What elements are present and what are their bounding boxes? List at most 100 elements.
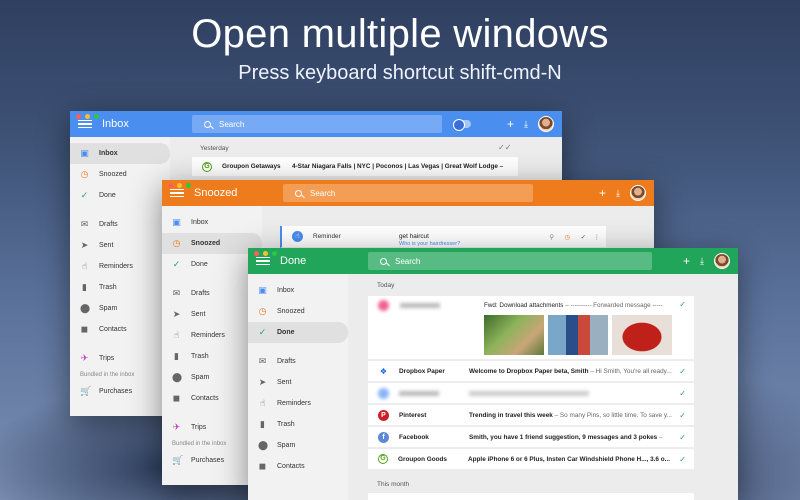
- check-icon: ✓: [80, 190, 89, 200]
- window-controls: [168, 183, 191, 188]
- reminder-row[interactable]: ☝ Reminder get haircut Who is your haird…: [280, 226, 606, 248]
- sidebar-item-purchases[interactable]: 🛒 Purchases: [70, 381, 170, 402]
- done-check-icon[interactable]: ✓: [679, 411, 686, 420]
- window-controls: [254, 251, 277, 256]
- hero-subtitle: Press keyboard shortcut shift-cmd-N: [238, 62, 562, 84]
- sidebar-item-snoozed[interactable]: ◷ Snoozed: [162, 233, 262, 254]
- plane-icon: ✈: [172, 422, 181, 432]
- maximize-icon[interactable]: [272, 251, 277, 256]
- sidebar-item-sent[interactable]: ➤ Sent: [248, 372, 348, 393]
- sidebar-item-snoozed[interactable]: ◷ Snoozed: [248, 301, 348, 322]
- list-item[interactable]: G Groupon Goods Apple iPhone 6 or 6 Plus…: [368, 449, 694, 470]
- search-placeholder: Search: [395, 256, 421, 266]
- download-icon[interactable]: ⤓: [616, 188, 620, 199]
- avatar[interactable]: [714, 253, 730, 269]
- dropbox-icon: ❖: [378, 365, 389, 377]
- menu-icon[interactable]: [256, 256, 270, 266]
- spam-icon: ⬤: [80, 303, 91, 313]
- search-icon: [204, 120, 211, 128]
- add-icon[interactable]: +: [507, 117, 514, 131]
- sidebar-item-drafts[interactable]: ✉ Drafts: [70, 214, 170, 235]
- done-check-icon[interactable]: ✓: [679, 367, 686, 376]
- done-check-icon[interactable]: ✓: [679, 433, 686, 442]
- sidebar-item-purchases[interactable]: 🛒 Purchases: [162, 450, 262, 471]
- add-icon[interactable]: +: [683, 254, 690, 268]
- list-item[interactable]: f Facebook Smith, you have 1 friend sugg…: [368, 427, 694, 448]
- maximize-icon[interactable]: [186, 183, 191, 188]
- sidebar-item-reminders[interactable]: ☝ Reminders: [162, 325, 262, 346]
- pin-icon[interactable]: ⚲: [549, 233, 554, 241]
- sidebar-item-spam[interactable]: ⬤ Spam: [70, 298, 170, 319]
- list-item[interactable]: P Pinterest Trending in travel this week…: [368, 405, 694, 426]
- done-check-icon[interactable]: ✓: [679, 389, 686, 398]
- menu-icon[interactable]: [78, 119, 92, 129]
- sidebar-item-inbox[interactable]: ▣ Inbox: [248, 280, 348, 301]
- attachment-thumb-kids[interactable]: [548, 315, 608, 355]
- row-subject: Fwd: Download attachments – ---------- F…: [484, 302, 663, 309]
- done-window: Done Search + ⤓ ▣ Inbox ◷ Snoozed ✓ Done ✉ D…: [248, 248, 738, 500]
- sidebar-item-inbox[interactable]: ▣ Inbox: [70, 143, 170, 164]
- list-item[interactable]: G Groupon Getaways 4-Star Niagara Falls …: [192, 157, 518, 177]
- trash-icon: ▮: [82, 282, 87, 292]
- done-check-icon[interactable]: ✓: [581, 233, 586, 241]
- attachment-thumb-red-object[interactable]: [612, 315, 672, 355]
- more-icon[interactable]: ⋮: [594, 233, 600, 241]
- snoozed-titlebar: Snoozed Search + ⤓: [162, 180, 654, 206]
- search-input[interactable]: Search: [283, 184, 533, 202]
- sender-avatar-icon: [378, 387, 389, 399]
- snooze-clock-icon[interactable]: ◷: [564, 233, 570, 241]
- mark-all-done-icon[interactable]: ✓✓: [498, 143, 511, 152]
- sidebar-item-contacts[interactable]: ◼ Contacts: [162, 388, 262, 409]
- sidebar-item-done[interactable]: ✓ Done: [248, 322, 348, 343]
- minimize-icon[interactable]: [263, 251, 268, 256]
- cart-icon: 🛒: [172, 455, 184, 465]
- sidebar-item-drafts[interactable]: ✉ Drafts: [248, 351, 348, 372]
- sidebar-item-trash[interactable]: ▮ Trash: [162, 346, 262, 367]
- avatar[interactable]: [630, 185, 646, 201]
- search-icon: [380, 257, 387, 265]
- done-check-icon[interactable]: ✓: [679, 300, 686, 309]
- attachment-thumb-nature[interactable]: [484, 315, 544, 355]
- menu-icon[interactable]: [170, 188, 184, 198]
- add-icon[interactable]: +: [599, 186, 606, 200]
- sidebar-item-trips[interactable]: ✈ Trips: [162, 417, 262, 438]
- sidebar-item-spam[interactable]: ⬤ Spam: [162, 367, 262, 388]
- pin-toggle[interactable]: [453, 119, 471, 131]
- done-check-icon[interactable]: ✓: [679, 455, 686, 464]
- sidebar-item-drafts[interactable]: ✉ Drafts: [162, 283, 262, 304]
- search-input[interactable]: Search: [192, 115, 442, 133]
- close-icon[interactable]: [168, 183, 173, 188]
- section-this-month: This month: [377, 481, 410, 488]
- sidebar-item-contacts[interactable]: ◼ Contacts: [248, 456, 348, 477]
- download-icon[interactable]: ⤓: [524, 119, 528, 130]
- maximize-icon[interactable]: [94, 114, 99, 119]
- list-item-partial[interactable]: [368, 493, 694, 500]
- list-item[interactable]: ❖ Dropbox Paper Welcome to Dropbox Paper…: [368, 361, 694, 382]
- sidebar-item-spam[interactable]: ⬤ Spam: [248, 435, 348, 456]
- attachment-card[interactable]: Fwd: Download attachments – ---------- F…: [368, 296, 694, 360]
- sidebar-item-done[interactable]: ✓ Done: [162, 254, 262, 275]
- sidebar-item-reminders[interactable]: ☝ Reminders: [248, 393, 348, 414]
- close-icon[interactable]: [254, 251, 259, 256]
- sidebar-item-done[interactable]: ✓ Done: [70, 185, 170, 206]
- window-title: Inbox: [102, 118, 129, 130]
- sidebar-item-sent[interactable]: ➤ Sent: [162, 304, 262, 325]
- sidebar-item-reminders[interactable]: ☝ Reminders: [70, 256, 170, 277]
- minimize-icon[interactable]: [85, 114, 90, 119]
- search-icon: [295, 189, 302, 197]
- sidebar-item-inbox[interactable]: ▣ Inbox: [162, 212, 262, 233]
- minimize-icon[interactable]: [177, 183, 182, 188]
- avatar[interactable]: [538, 116, 554, 132]
- sidebar-item-contacts[interactable]: ◼ Contacts: [70, 319, 170, 340]
- sidebar-item-sent[interactable]: ➤ Sent: [70, 235, 170, 256]
- sidebar-item-trash[interactable]: ▮ Trash: [248, 414, 348, 435]
- sidebar-item-trips[interactable]: ✈ Trips: [70, 348, 170, 369]
- list-item-blurred[interactable]: ✓: [368, 383, 694, 404]
- sidebar-item-trash[interactable]: ▮ Trash: [70, 277, 170, 298]
- search-input[interactable]: Search: [368, 252, 652, 270]
- close-icon[interactable]: [76, 114, 81, 119]
- clock-icon: ◷: [80, 169, 89, 179]
- download-icon[interactable]: ⤓: [700, 256, 704, 267]
- send-icon: ➤: [258, 377, 267, 387]
- sidebar-item-snoozed[interactable]: ◷ Snoozed: [70, 164, 170, 185]
